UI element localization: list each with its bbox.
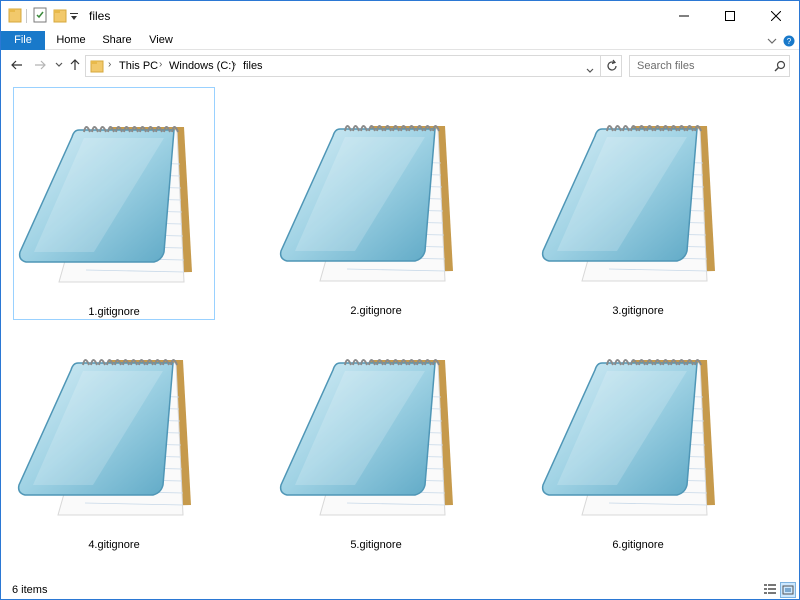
file-item[interactable]: 1.gitignore — [13, 87, 215, 320]
file-item[interactable]: 2.gitignore — [275, 87, 477, 320]
close-icon — [771, 11, 781, 21]
file-item[interactable]: 6.gitignore — [537, 321, 739, 554]
arrow-up-icon — [70, 59, 80, 70]
tab-share[interactable]: Share — [98, 31, 136, 50]
window-title: files — [89, 9, 111, 23]
up-button[interactable] — [67, 57, 83, 73]
chevron-down-icon — [55, 62, 63, 67]
refresh-icon — [607, 59, 617, 71]
item-count: 6 items — [12, 584, 48, 596]
breadcrumb-separator[interactable]: › — [108, 59, 111, 70]
notepad-icon — [18, 126, 192, 283]
search-icon[interactable] — [774, 60, 786, 75]
large-icons-view-button[interactable] — [780, 582, 796, 598]
ribbon-tabs: File Home Share View ? — [1, 31, 799, 50]
search-input[interactable]: Search files — [637, 60, 694, 72]
forward-button[interactable] — [32, 57, 48, 73]
svg-text:?: ? — [787, 37, 792, 46]
file-name: 5.gitignore — [350, 539, 402, 551]
expand-ribbon-button[interactable] — [767, 31, 777, 50]
chevron-down-icon — [586, 68, 594, 73]
arrow-right-icon — [35, 60, 46, 70]
large-icons-view-icon — [782, 585, 794, 595]
chevron-down-icon — [767, 38, 777, 44]
address-bar[interactable]: › This PC › Windows (C:) › files — [85, 55, 622, 77]
title-bar: files — [1, 1, 799, 31]
minimize-button[interactable] — [661, 1, 707, 31]
address-dropdown-button[interactable] — [586, 63, 594, 77]
help-icon: ? — [783, 35, 795, 46]
explorer-window: files File Home Share View ? › This PC ›… — [0, 0, 800, 600]
refresh-button[interactable] — [605, 59, 619, 76]
properties-icon[interactable] — [33, 7, 47, 26]
breadcrumb-files[interactable]: files — [243, 60, 263, 72]
notepad-icon — [541, 359, 715, 516]
breadcrumb-separator[interactable]: › — [159, 59, 162, 70]
breadcrumb-separator[interactable]: › — [233, 59, 236, 70]
file-name: 3.gitignore — [612, 305, 664, 317]
file-item[interactable]: 5.gitignore — [275, 321, 477, 554]
customize-toolbar-icon[interactable] — [69, 11, 79, 25]
help-button[interactable]: ? — [783, 31, 795, 50]
file-item[interactable]: 3.gitignore — [537, 87, 739, 320]
tab-file[interactable]: File — [1, 31, 45, 50]
tab-view[interactable]: View — [143, 31, 179, 50]
notepad-icon — [279, 125, 453, 282]
tab-home[interactable]: Home — [51, 31, 91, 50]
folder-icon[interactable] — [8, 7, 22, 26]
details-view-icon — [764, 584, 776, 594]
notepad-icon — [279, 359, 453, 516]
maximize-icon — [725, 11, 735, 21]
file-name: 6.gitignore — [612, 539, 664, 551]
folder-icon — [90, 59, 104, 76]
address-divider — [600, 56, 601, 76]
arrow-left-icon — [11, 60, 22, 70]
breadcrumb-windows-c[interactable]: Windows (C:) — [169, 60, 235, 72]
minimize-icon — [679, 15, 689, 17]
navigation-bar: › This PC › Windows (C:) › files Search … — [1, 53, 799, 79]
notepad-icon — [541, 125, 715, 282]
status-bar: 6 items — [1, 579, 799, 600]
title-separator — [26, 9, 27, 23]
notepad-icon — [17, 359, 191, 516]
maximize-button[interactable] — [707, 1, 753, 31]
new-folder-icon[interactable] — [53, 7, 67, 26]
close-button[interactable] — [753, 1, 799, 31]
recent-locations-button[interactable] — [51, 57, 67, 73]
file-name: 1.gitignore — [88, 306, 140, 318]
search-box[interactable]: Search files — [629, 55, 790, 77]
file-list-view[interactable]: 1.gitignore 2.gitignore 3.gitignore 4.gi… — [1, 81, 799, 578]
file-name: 2.gitignore — [350, 305, 402, 317]
back-button[interactable] — [9, 57, 25, 73]
file-item[interactable]: 4.gitignore — [13, 321, 215, 554]
details-view-button[interactable] — [763, 582, 779, 598]
breadcrumb-this-pc[interactable]: This PC — [119, 60, 158, 72]
file-name: 4.gitignore — [88, 539, 140, 551]
